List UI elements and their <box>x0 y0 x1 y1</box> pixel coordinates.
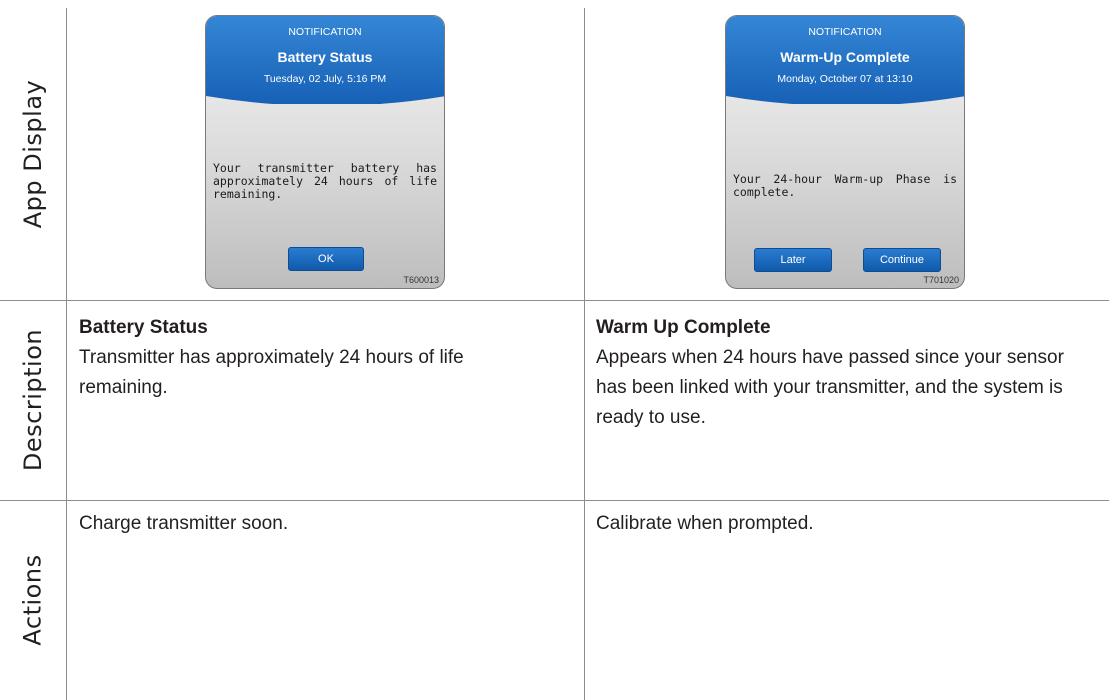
actions-cell-warm-up-complete: Calibrate when prompted. <box>596 513 814 534</box>
notification-label: NOTIFICATION <box>808 26 882 38</box>
app-screen-battery-status: NOTIFICATION Battery Status Tuesday, 02 … <box>205 15 445 289</box>
app-screen-warm-up-complete: NOTIFICATION Warm-Up Complete Monday, Oc… <box>725 15 965 289</box>
notification-reference-table: App Display Description Actions NOTIFICA… <box>0 0 1109 700</box>
screen-header: NOTIFICATION Warm-Up Complete Monday, Oc… <box>726 16 964 104</box>
notification-message: Your 24-hour Warm-up Phase is complete. <box>733 172 957 199</box>
description-cell-battery-status: Battery Status Transmitter has approxima… <box>79 313 519 403</box>
row-label-actions-text: Actions <box>19 554 48 646</box>
row-divider-2 <box>0 500 1109 501</box>
actions-cell-battery-status: Charge transmitter soon. <box>79 513 289 534</box>
row-label-actions: Actions <box>0 500 66 700</box>
description-body: Appears when 24 hours have passed since … <box>596 347 1064 428</box>
row-label-app-display-text: App Display <box>19 79 48 229</box>
notification-title: Battery Status <box>277 49 373 65</box>
ok-button[interactable]: OK <box>288 247 364 271</box>
notification-date: Monday, October 07 at 13:10 <box>777 73 913 85</box>
left-column-divider <box>66 8 67 700</box>
row-label-description-text: Description <box>19 328 47 472</box>
screen-code: T701020 <box>923 275 959 285</box>
description-title: Battery Status <box>79 317 208 338</box>
row-divider-1 <box>0 300 1109 301</box>
screen-header: NOTIFICATION Battery Status Tuesday, 02 … <box>206 16 444 104</box>
description-title: Warm Up Complete <box>596 317 771 338</box>
middle-column-divider <box>584 8 585 700</box>
description-body: Transmitter has approximately 24 hours o… <box>79 347 464 398</box>
notification-message: Your transmitter battery has approximate… <box>213 161 437 201</box>
notification-label: NOTIFICATION <box>288 26 362 38</box>
later-button[interactable]: Later <box>754 248 832 272</box>
notification-date: Tuesday, 02 July, 5:16 PM <box>263 73 387 85</box>
row-label-description: Description <box>0 300 66 500</box>
screen-code: T600013 <box>403 275 439 285</box>
row-label-app-display: App Display <box>0 8 66 300</box>
notification-title: Warm-Up Complete <box>780 49 910 65</box>
continue-button[interactable]: Continue <box>863 248 941 272</box>
description-cell-warm-up-complete: Warm Up Complete Appears when 24 hours h… <box>596 313 1096 433</box>
